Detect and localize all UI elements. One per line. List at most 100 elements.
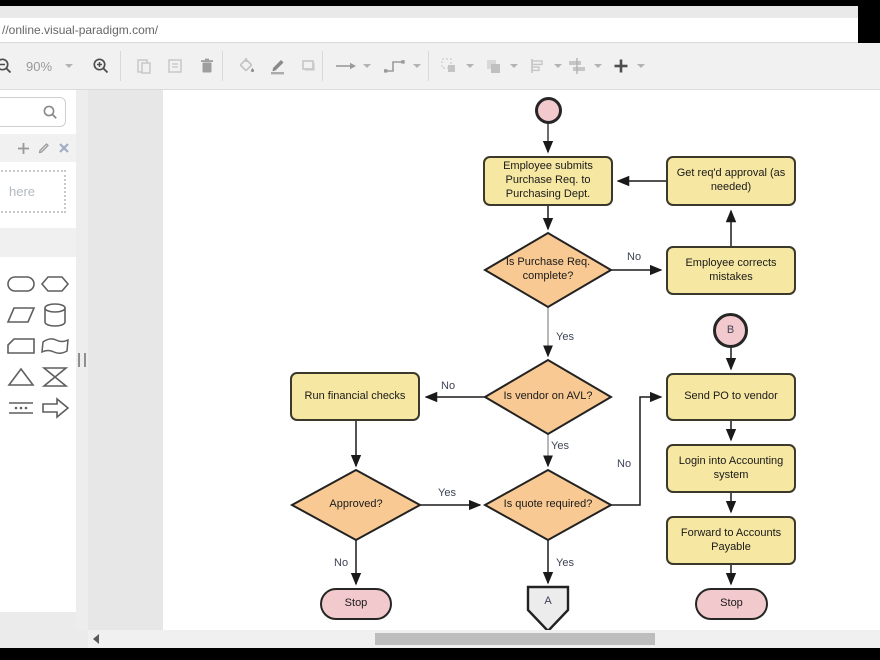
add-shape-dropdown[interactable] [634, 43, 648, 89]
decision-label-is-quote-required: Is quote required? [493, 498, 603, 512]
terminator-stop-right[interactable]: Stop [695, 588, 768, 620]
sidebar-bottom-area [0, 612, 88, 648]
drag-shapes-drop-area[interactable]: here [0, 170, 66, 213]
align-left-icon [527, 56, 547, 76]
editor-toolbar: 90% [0, 43, 880, 90]
palette-shape-divided-process[interactable] [7, 400, 35, 416]
edge-label-no: No [627, 251, 641, 263]
node-label: Get req'd approval (as needed) [675, 167, 787, 195]
chevron-down-icon [413, 64, 421, 68]
zoom-in-button[interactable] [88, 43, 114, 89]
trash-icon [198, 57, 216, 75]
add-shape-button[interactable] [608, 43, 634, 89]
paste-button[interactable] [131, 43, 157, 89]
distribute-icon [566, 56, 588, 76]
close-palette-icon[interactable] [58, 142, 70, 154]
align-dropdown[interactable] [551, 43, 565, 89]
copy-style-icon [166, 57, 184, 75]
delete-button[interactable] [194, 43, 220, 89]
decision-label-is-complete: Is Purchase Req. complete? [500, 248, 596, 292]
toolbar-separator [120, 51, 121, 81]
search-input[interactable] [0, 97, 66, 127]
process-run-checks[interactable]: Run financial checks [290, 372, 420, 421]
palette-shape-flag[interactable] [40, 336, 70, 356]
url-text[interactable]: //online.visual-paradigm.com/ [2, 23, 158, 37]
copy-style-button[interactable] [162, 43, 188, 89]
chevron-down-icon [363, 64, 371, 68]
palette-shape-triangle[interactable] [7, 366, 35, 388]
palette-shape-terminator[interactable] [6, 274, 36, 294]
move-shape-button[interactable] [436, 43, 462, 89]
bring-forward-icon [483, 56, 503, 76]
order-button[interactable] [480, 43, 506, 89]
palette-shape-card[interactable] [6, 336, 36, 356]
connector-style-dropdown[interactable] [410, 43, 424, 89]
app-window: //online.visual-paradigm.com/ 90% [0, 0, 880, 660]
palette-shape-collate[interactable] [41, 365, 69, 389]
fill-color-button[interactable] [233, 43, 261, 89]
align-button[interactable] [524, 43, 550, 89]
distribute-button[interactable] [564, 43, 590, 89]
line-color-button[interactable] [264, 43, 292, 89]
edge-label-yes: Yes [551, 440, 569, 452]
edge-label-no: No [617, 458, 631, 470]
decision-label-approved: Approved? [316, 498, 396, 512]
edge-label-yes: Yes [438, 487, 456, 499]
scroll-left-arrow-icon[interactable] [93, 634, 99, 644]
browser-url-bar[interactable]: //online.visual-paradigm.com/ [0, 18, 858, 43]
chevron-down-icon [65, 64, 73, 68]
horizontal-scrollbar-thumb[interactable] [375, 633, 655, 645]
palette-section-band[interactable] [0, 228, 76, 257]
palette-shape-cylinder[interactable] [42, 302, 68, 328]
zoom-level-dropdown[interactable] [62, 43, 76, 89]
shadow-button[interactable] [295, 43, 323, 89]
chevron-down-icon [554, 64, 562, 68]
arrow-style-dropdown[interactable] [360, 43, 374, 89]
zoom-out-icon [0, 56, 14, 76]
toolbar-separator [222, 51, 223, 81]
toolbar-separator [322, 51, 323, 81]
line-color-icon [268, 56, 288, 76]
node-label: Forward to Accounts Payable [675, 527, 787, 555]
zoom-out-button[interactable] [0, 43, 15, 89]
edge-label-yes: Yes [556, 557, 574, 569]
offpage-connector-a-label: A [536, 594, 560, 610]
shadow-icon [299, 56, 319, 76]
palette-shape-hexagon[interactable] [40, 274, 70, 294]
onpage-connector-b[interactable]: B [713, 313, 748, 348]
node-label: Login into Accounting system [675, 455, 787, 483]
palette-shape-parallelogram[interactable] [6, 304, 36, 326]
process-corrects[interactable]: Employee corrects mistakes [666, 246, 796, 295]
paste-icon [134, 56, 154, 76]
browser-tab-strip [0, 6, 858, 18]
add-palette-icon[interactable] [17, 142, 30, 155]
order-dropdown[interactable] [507, 43, 521, 89]
process-submit[interactable]: Employee submits Purchase Req. to Purcha… [483, 156, 613, 206]
edit-palette-icon[interactable] [37, 141, 51, 155]
distribute-dropdown[interactable] [591, 43, 605, 89]
horizontal-scrollbar[interactable] [88, 630, 880, 648]
palette-shape-block-arrow[interactable] [40, 397, 70, 419]
sidebar-resize-handle[interactable] [78, 353, 86, 367]
chevron-down-icon [637, 64, 645, 68]
process-login-accounting[interactable]: Login into Accounting system [666, 444, 796, 493]
decision-label-is-vendor-avl: Is vendor on AVL? [493, 390, 603, 404]
plus-icon [612, 57, 630, 75]
node-label: Stop [720, 597, 743, 611]
edge-label-no: No [334, 557, 348, 569]
fill-color-icon [237, 56, 257, 76]
canvas-margin [88, 90, 163, 630]
chevron-down-icon [510, 64, 518, 68]
process-send-po[interactable]: Send PO to vendor [666, 373, 796, 421]
zoom-level[interactable]: 90% [22, 43, 56, 89]
arrow-style-button[interactable] [333, 43, 359, 89]
terminator-stop-left[interactable]: Stop [320, 588, 392, 620]
toolbar-separator [428, 51, 429, 81]
process-forward-ap[interactable]: Forward to Accounts Payable [666, 516, 796, 565]
start-node[interactable] [535, 97, 562, 124]
move-shape-dropdown[interactable] [463, 43, 477, 89]
search-icon [42, 104, 59, 121]
connector-style-icon [382, 56, 408, 76]
connector-style-button[interactable] [380, 43, 410, 89]
process-get-approval[interactable]: Get req'd approval (as needed) [666, 156, 796, 206]
